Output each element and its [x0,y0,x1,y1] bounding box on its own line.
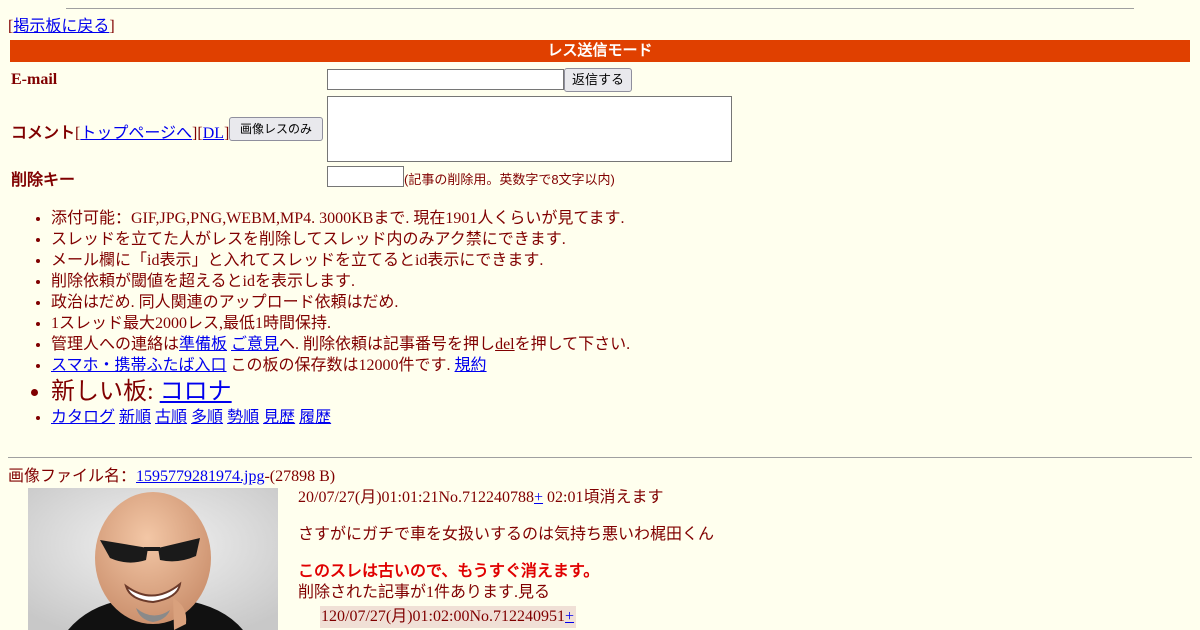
file-link[interactable]: 1595779281974.jpg [136,468,264,485]
dl-link[interactable]: DL [203,125,224,142]
rule-item: 添付可能：GIF,JPG,PNG,WEBM,MP4. 3000KBまで. 現在1… [51,208,1191,229]
sort-new-link[interactable]: 新順 [119,409,151,426]
post-header: 20/07/27(月)01:01:21No.712240788+ 02:01頃消… [298,488,663,508]
delete-key-field[interactable] [327,166,404,187]
back-to-board-link[interactable]: 掲示板に戻る [13,18,109,35]
del-link[interactable]: del [495,336,515,353]
storage-text: この板の保存数は12000件です. [226,357,455,374]
comment-label: コメント [11,125,76,142]
delete-key-label: 削除キー [11,172,76,189]
file-label: 画像ファイル名： [8,468,137,485]
rule-item-mobile: スマホ・携帯ふたば入口 この板の保存数は12000件です. 規約 [51,355,1191,376]
top-page-link[interactable]: トップページへ [80,125,192,142]
sort-momentum-link[interactable]: 勢順 [227,409,259,426]
new-board-item: 新しい板: コロナ [51,377,1191,407]
delete-key-note: (記事の削除用。英数字で8文字以内) [404,172,615,187]
deleted-notice[interactable]: 削除された記事が1件あります.見る [298,583,550,603]
thread-image-thumbnail[interactable] [28,488,278,630]
comment-textarea[interactable] [327,96,732,162]
mobile-entrance-link[interactable]: スマホ・携帯ふたば入口 [51,357,227,374]
prep-board-link[interactable]: 準備板 [179,336,227,353]
send-reply-button[interactable]: 返信する [564,68,632,92]
post-expire: 02:01頃消えます [543,489,664,506]
new-board-text: 新しい板: [51,379,160,405]
rule-item: 削除依頼が閾値を超えるとidを表示します. [51,271,1191,292]
reply-header: 120/07/27(月)01:02:00No.712240951+ [320,606,577,628]
file-info: 画像ファイル名：1595779281974.jpg-(27898 B) [8,467,335,487]
top-divider [66,8,1134,9]
image-only-button[interactable]: 画像レスのみ [229,117,323,141]
rule-item: 1スレッド最大2000レス,最低1時間保持. [51,313,1191,334]
contact-text: を押して下さい. [514,336,631,353]
terms-link[interactable]: 規約 [455,357,487,374]
view-history-link[interactable]: 見歴 [263,409,295,426]
sort-old-link[interactable]: 古順 [155,409,187,426]
feedback-link[interactable]: ご意見 [231,336,279,353]
catalog-link[interactable]: カタログ [51,409,115,426]
reply-date-number: 120/07/27(月)01:02:00No.712240951 [321,608,565,625]
person-photo-icon [28,488,278,630]
back-nav: [掲示板に戻る] [8,17,115,37]
contact-text: へ. 削除依頼は記事番号を押し [279,336,496,353]
rule-item: 政治はだめ. 同人関連のアップロード依頼はだめ. [51,292,1191,313]
contact-text: 管理人への連絡は [51,336,180,353]
board-rules-list: 添付可能：GIF,JPG,PNG,WEBM,MP4. 3000KBまで. 現在1… [0,208,1191,428]
post-body: さすがにガチで車を女扱いするのは気持ち悪いわ梶田くん [298,526,715,543]
bracket: ] [109,18,115,35]
rule-item: スレッドを立てた人がレスを削除してスレッド内のみアク禁にできます. [51,229,1191,250]
reply-mode-header: レス送信モード [10,40,1190,62]
email-label: E-mail [11,71,58,88]
rule-item-contact: 管理人への連絡は準備板 ご意見へ. 削除依頼は記事番号を押しdelを押して下さい… [51,334,1191,355]
history-link[interactable]: 履歴 [299,409,331,426]
reply-plus-link[interactable]: + [565,608,574,625]
comment-label-row: コメント[トップページへ][DL] [11,119,229,143]
post-plus-link[interactable]: + [534,489,543,506]
thread-divider [8,457,1192,458]
catalog-nav: カタログ 新順 古順 多順 勢順 見歴 履歴 [51,407,1191,428]
old-thread-warning: このスレは古いので、もうすぐ消えます。 [298,563,600,580]
email-field[interactable] [327,69,564,90]
corona-board-link[interactable]: コロナ [160,379,232,405]
sort-many-link[interactable]: 多順 [191,409,223,426]
bracket: ][ [192,125,203,142]
post-date-number: 20/07/27(月)01:01:21No.712240788 [298,489,534,506]
file-size: -(27898 B) [264,468,336,485]
rule-item: メール欄に「id表示」と入れてスレッドを立てるとid表示にできます. [51,250,1191,271]
